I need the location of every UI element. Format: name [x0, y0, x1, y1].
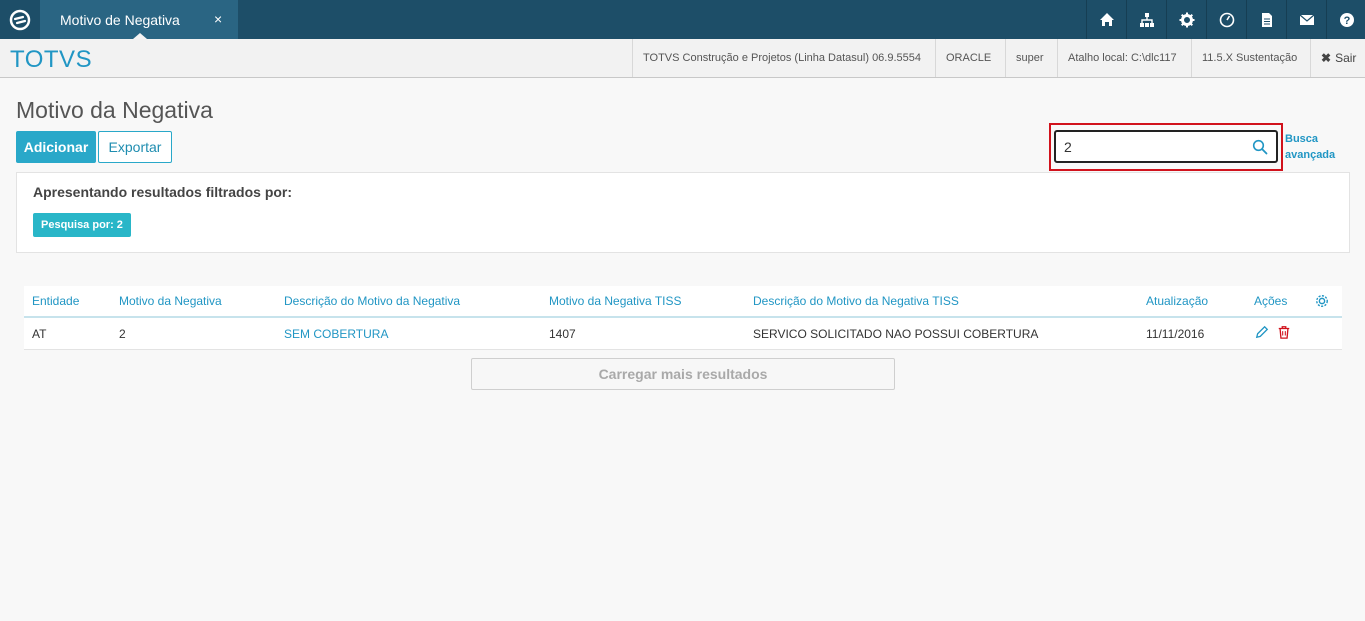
- totvs-logo-icon[interactable]: [0, 0, 40, 39]
- top-navigation-bar: Motivo de Negativa × ?: [0, 0, 1365, 39]
- shortcut-info: Atalho local: C:\dlc117: [1057, 39, 1191, 77]
- delete-icon[interactable]: [1277, 325, 1291, 339]
- cell-descricao-tiss: SERVICO SOLICITADO NAO POSSUI COBERTURA: [753, 327, 1039, 341]
- column-header-descricao-tiss[interactable]: Descrição do Motivo da Negativa TISS: [753, 294, 959, 308]
- column-header-atualizacao[interactable]: Atualização: [1146, 294, 1208, 308]
- table-row: AT 2 SEM COBERTURA 1407 SERVICO SOLICITA…: [24, 318, 1342, 350]
- filter-title: Apresentando resultados filtrados por:: [33, 184, 293, 200]
- column-header-entidade[interactable]: Entidade: [32, 294, 79, 308]
- tab-close-icon[interactable]: ×: [214, 11, 222, 27]
- app-header: TOTVS TOTVS Construção e Projetos (Linha…: [0, 39, 1365, 78]
- page-title: Motivo da Negativa: [16, 97, 213, 123]
- table-header: Entidade Motivo da Negativa Descrição do…: [24, 286, 1342, 318]
- column-header-descricao[interactable]: Descrição do Motivo da Negativa: [284, 294, 460, 308]
- sitemap-icon[interactable]: [1126, 0, 1166, 39]
- mail-icon[interactable]: [1286, 0, 1326, 39]
- export-button[interactable]: Exportar: [98, 131, 172, 163]
- cell-descricao-link[interactable]: SEM COBERTURA: [284, 327, 388, 341]
- database-info: ORACLE: [935, 39, 1005, 77]
- advanced-search-link[interactable]: Busca avançada: [1285, 131, 1335, 163]
- search-input[interactable]: [1064, 139, 1244, 155]
- cell-motivo-tiss: 1407: [549, 327, 576, 341]
- dashboard-icon[interactable]: [1206, 0, 1246, 39]
- column-header-motivo-tiss[interactable]: Motivo da Negativa TISS: [549, 294, 682, 308]
- edit-icon[interactable]: [1255, 325, 1269, 339]
- cell-atualizacao: 11/11/2016: [1146, 327, 1205, 341]
- advanced-search-line1: Busca: [1285, 133, 1319, 145]
- document-icon[interactable]: [1246, 0, 1286, 39]
- help-icon[interactable]: ?: [1326, 0, 1365, 39]
- product-info: TOTVS Construção e Projetos (Linha Datas…: [632, 39, 934, 77]
- logout-label: Sair: [1335, 51, 1357, 65]
- cell-entidade: AT: [32, 327, 47, 341]
- tab-label: Motivo de Negativa: [60, 12, 180, 28]
- settings-icon[interactable]: [1315, 294, 1329, 308]
- cell-motivo: 2: [119, 327, 126, 341]
- search-field[interactable]: [1054, 130, 1278, 163]
- version-info: 11.5.X Sustentação: [1191, 39, 1310, 77]
- advanced-search-line2: avançada: [1285, 149, 1336, 161]
- brand-logo: TOTVS: [10, 46, 93, 73]
- filter-panel: Apresentando resultados filtrados por: P…: [16, 172, 1350, 253]
- svg-text:?: ?: [1343, 15, 1350, 27]
- load-more-button[interactable]: Carregar mais resultados: [471, 358, 895, 390]
- column-header-acoes: Ações: [1254, 294, 1288, 308]
- gear-icon[interactable]: [1166, 0, 1206, 39]
- tab-motivo-de-negativa[interactable]: Motivo de Negativa ×: [40, 0, 238, 39]
- add-button[interactable]: Adicionar: [16, 131, 96, 163]
- search-icon[interactable]: [1252, 139, 1268, 155]
- home-icon[interactable]: [1086, 0, 1126, 39]
- filter-badge[interactable]: Pesquisa por: 2: [33, 213, 131, 237]
- close-icon: ✖: [1321, 51, 1332, 65]
- logout-button[interactable]: ✖ Sair: [1310, 39, 1365, 77]
- column-header-motivo[interactable]: Motivo da Negativa: [119, 294, 222, 308]
- user-info: super: [1005, 39, 1057, 77]
